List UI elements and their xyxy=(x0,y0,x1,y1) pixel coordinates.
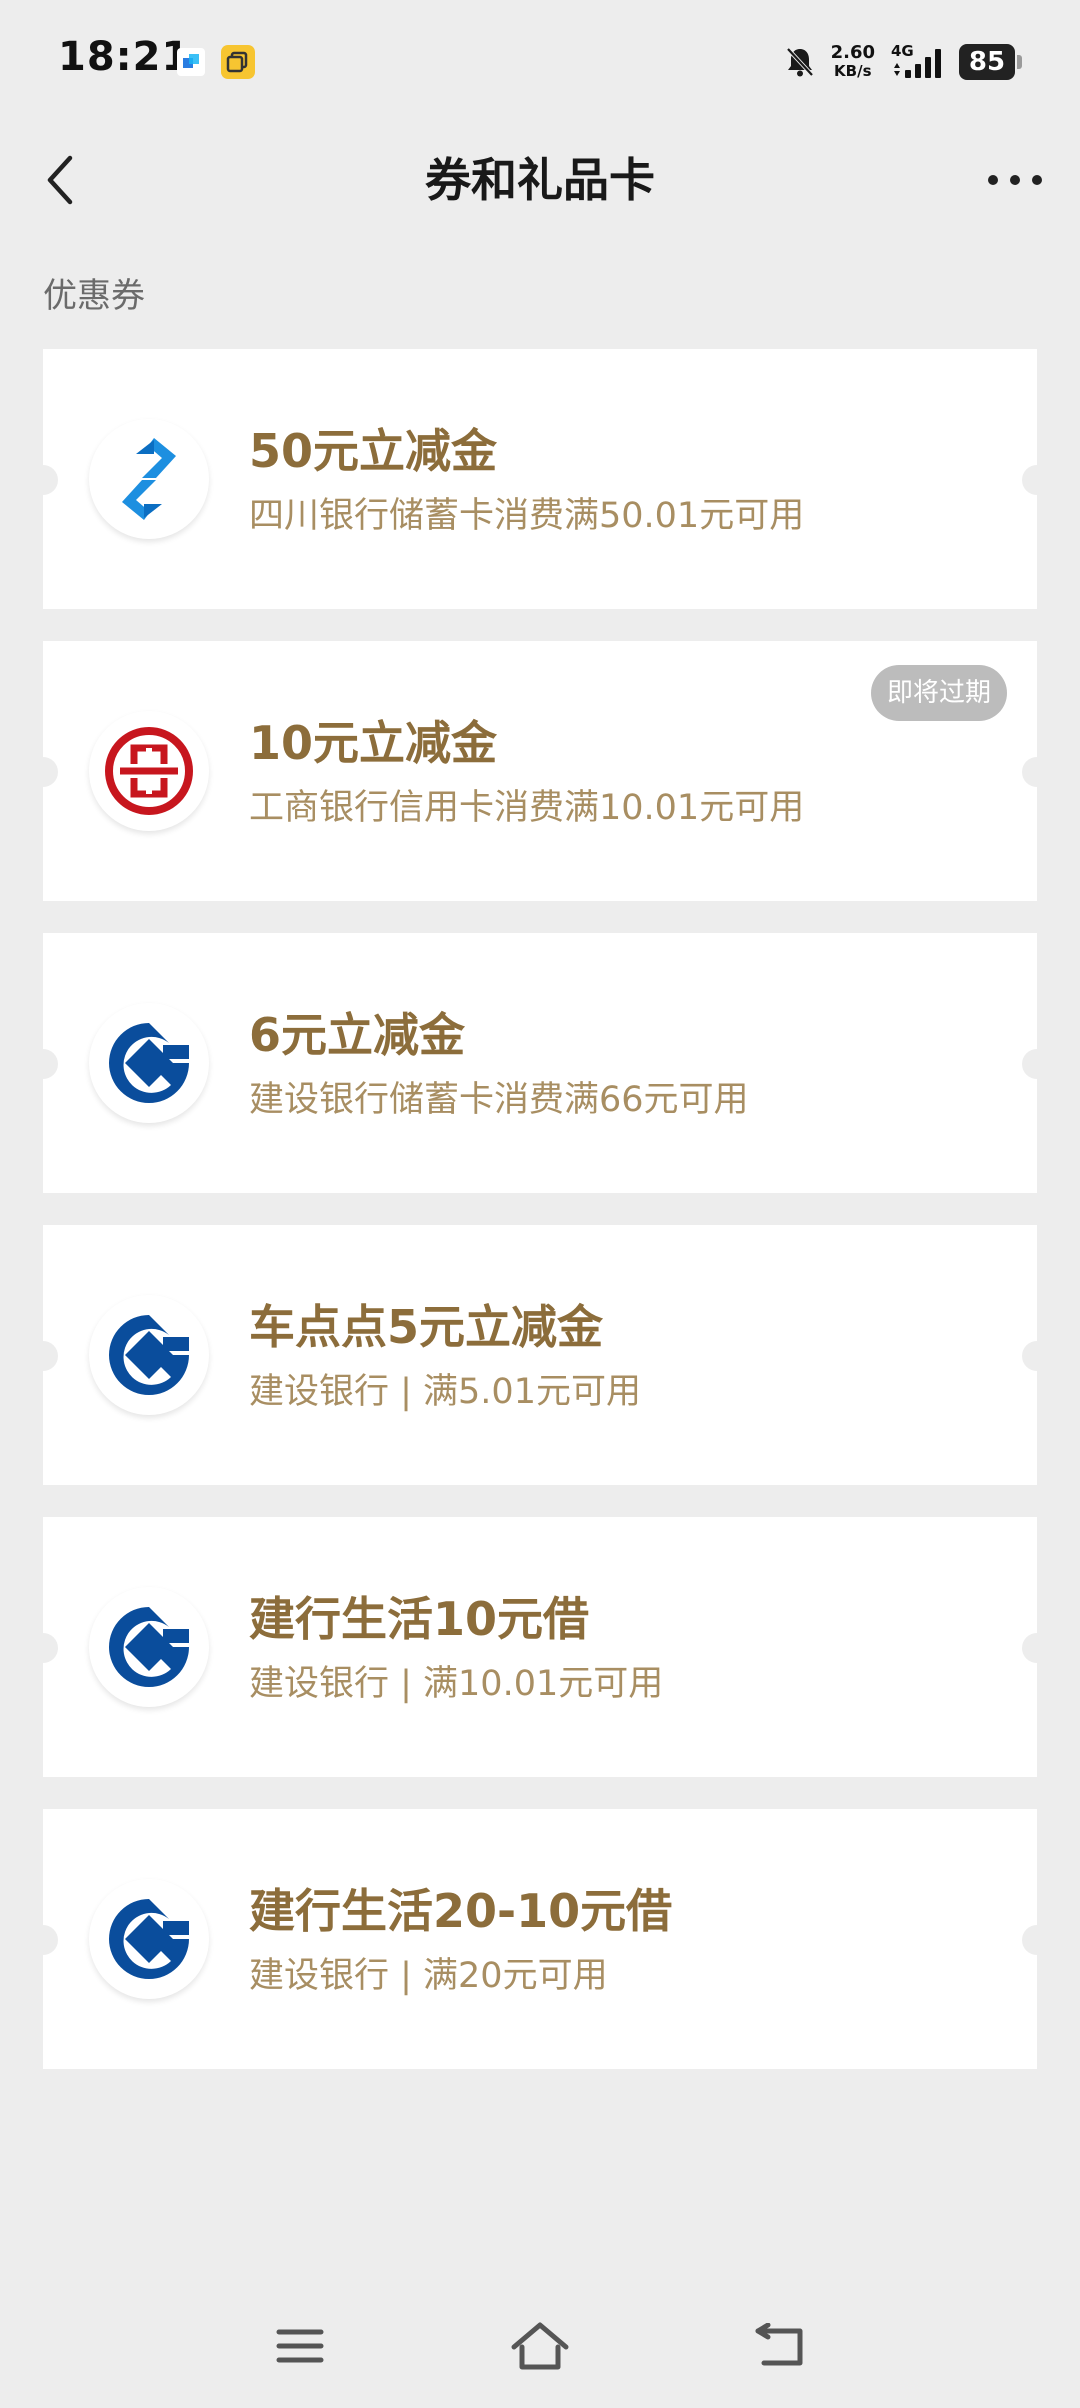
coupon-description: 建设银行 | 满10.01元可用 xyxy=(249,1664,664,1704)
coupon-description: 建设银行储蓄卡消费满66元可用 xyxy=(249,1080,749,1120)
ccb-logo-icon xyxy=(89,1003,209,1123)
coupon-title: 车点点5元立减金 xyxy=(249,1300,604,1354)
network-speed-value: 2.60 xyxy=(830,42,875,63)
coupon-card[interactable]: 6元立减金 建设银行储蓄卡消费满66元可用 xyxy=(28,933,1052,1193)
coupon-notch-left xyxy=(28,1049,58,1079)
coupon-description: 四川银行储蓄卡消费满50.01元可用 xyxy=(249,496,805,536)
back-nav-button[interactable] xyxy=(750,2318,810,2374)
coupon-notch-right xyxy=(1022,1341,1052,1371)
coupon-title: 50元立减金 xyxy=(249,424,498,478)
status-icons: 2.60 KB/s 4G 85 xyxy=(783,38,1022,86)
signal-bars-icon xyxy=(894,49,941,78)
coupon-notch-right xyxy=(1022,757,1052,787)
coupon-title: 6元立减金 xyxy=(249,1008,466,1062)
battery-indicator: 85 xyxy=(959,44,1022,80)
bell-muted-icon xyxy=(786,47,814,77)
coupon-card[interactable]: 50元立减金 四川银行储蓄卡消费满50.01元可用 xyxy=(28,349,1052,609)
section-label-coupons: 优惠券 xyxy=(43,276,145,316)
more-horizontal-icon xyxy=(988,175,1042,185)
coupon-notch-left xyxy=(28,1925,58,1955)
ccb-logo-icon xyxy=(89,1587,209,1707)
coupon-description: 建设银行 | 满5.01元可用 xyxy=(249,1372,641,1412)
coupon-card[interactable]: 建行生活20-10元借 建设银行 | 满20元可用 xyxy=(28,1809,1052,2069)
coupon-notch-left xyxy=(28,465,58,495)
menu-button[interactable] xyxy=(270,2318,330,2374)
network-speed-unit: KB/s xyxy=(834,62,872,80)
coupon-title: 10元立减金 xyxy=(249,716,498,770)
ccb-logo-icon xyxy=(89,1295,209,1415)
coupon-title: 建行生活10元借 xyxy=(249,1592,590,1646)
coupon-card[interactable]: 建行生活10元借 建设银行 | 满10.01元可用 xyxy=(28,1517,1052,1777)
coupon-notch-right xyxy=(1022,465,1052,495)
coupon-card[interactable]: 即将过期 10元立减金 工商银行信用卡消费满10.01元可用 xyxy=(28,641,1052,901)
back-arrow-icon xyxy=(755,2323,803,2366)
coupon-notch-left xyxy=(28,1633,58,1663)
copy-notification-icon xyxy=(221,45,255,79)
home-icon xyxy=(511,2322,569,2370)
ccb-logo-icon xyxy=(89,1879,209,1999)
expiring-soon-badge: 即将过期 xyxy=(870,665,1007,721)
coupon-title: 建行生活20-10元借 xyxy=(249,1884,673,1938)
battery-tip xyxy=(1017,55,1022,69)
coupon-notch-right xyxy=(1022,1049,1052,1079)
icbc-logo-icon xyxy=(89,711,209,831)
signal-indicator: 4G xyxy=(891,42,949,82)
more-button[interactable] xyxy=(980,150,1050,210)
status-time: 18:21 xyxy=(58,34,191,80)
coupon-list: 50元立减金 四川银行储蓄卡消费满50.01元可用 即将过期 10元立减金 工商… xyxy=(28,349,1052,2101)
menu-icon xyxy=(276,2329,324,2363)
coupon-notch-right xyxy=(1022,1633,1052,1663)
sichuan-bank-logo-icon xyxy=(89,419,209,539)
page-title: 券和礼品卡 xyxy=(425,153,655,207)
app-notification-icon xyxy=(177,48,205,76)
coupon-notch-left xyxy=(28,757,58,787)
battery-level: 85 xyxy=(959,44,1015,80)
coupon-description: 工商银行信用卡消费满10.01元可用 xyxy=(249,788,805,828)
coupon-notch-left xyxy=(28,1341,58,1371)
coupon-notch-right xyxy=(1022,1925,1052,1955)
status-bar: 18:21 2.60 KB/s 4G 85 xyxy=(0,0,1080,120)
coupon-description: 建设银行 | 满20元可用 xyxy=(249,1956,608,1996)
network-speed: 2.60 KB/s xyxy=(830,42,875,81)
coupon-card[interactable]: 车点点5元立减金 建设银行 | 满5.01元可用 xyxy=(28,1225,1052,1485)
system-navigation-bar xyxy=(0,2300,1080,2390)
home-button[interactable] xyxy=(510,2318,570,2374)
nav-bar: 券和礼品卡 xyxy=(0,130,1080,230)
